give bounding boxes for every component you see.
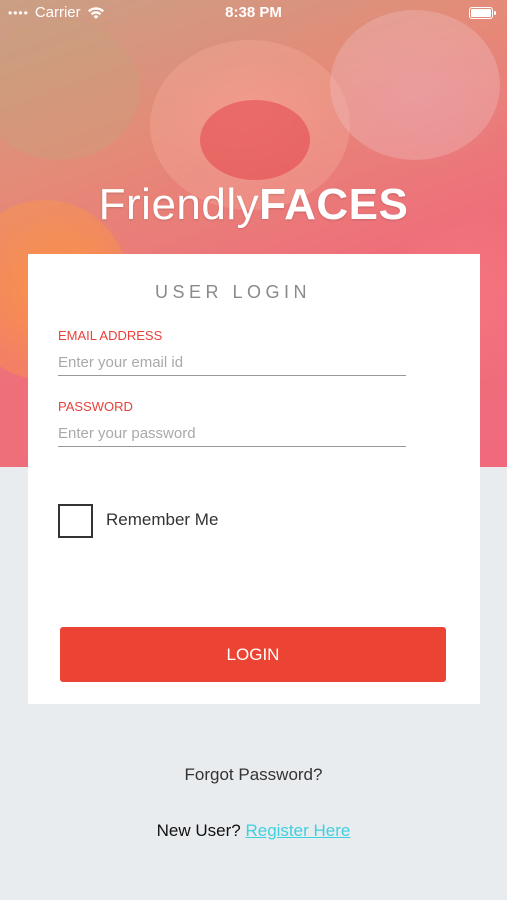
status-time: 8:38 PM	[225, 4, 282, 21]
new-user-row: New User? Register Here	[0, 821, 507, 841]
email-field[interactable]	[58, 350, 406, 376]
forgot-password-link[interactable]: Forgot Password?	[0, 765, 507, 785]
hero-decoration	[200, 100, 310, 180]
hero-decoration	[330, 10, 500, 160]
password-label: PASSWORD	[58, 399, 133, 414]
status-bar: •••• Carrier 8:38 PM	[0, 0, 507, 26]
new-user-label: New User?	[156, 821, 241, 840]
battery-icon	[469, 7, 496, 19]
password-field[interactable]	[58, 421, 406, 447]
login-title: USER LOGIN	[154, 282, 312, 302]
remember-me-checkbox[interactable]	[58, 504, 93, 538]
logo-bold-text: FACES	[259, 180, 409, 229]
hero-decoration	[0, 20, 140, 160]
remember-me-label[interactable]: Remember Me	[106, 510, 218, 530]
register-link[interactable]: Register Here	[245, 821, 350, 840]
login-card: USER LOGIN EMAIL ADDRESS PASSWORD Rememb…	[28, 254, 480, 704]
logo-light-text: Friendly	[98, 180, 260, 229]
email-label: EMAIL ADDRESS	[58, 328, 163, 343]
battery-fill	[471, 9, 491, 17]
login-button[interactable]: LOGIN	[60, 627, 446, 682]
app-logo: FriendlyFACES	[0, 180, 507, 230]
